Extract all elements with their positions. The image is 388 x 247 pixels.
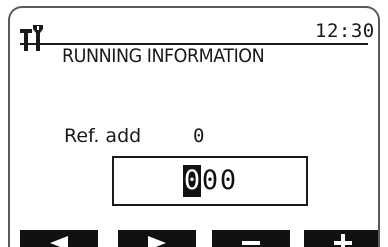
address-digit-2[interactable]: 0 xyxy=(201,165,219,197)
left-arrow-icon xyxy=(50,236,68,247)
ref-address-value: 0 xyxy=(193,125,205,147)
address-entry-field[interactable]: 0 0 0 xyxy=(112,156,308,206)
ref-address-label: Ref. add xyxy=(64,125,142,147)
plus-icon xyxy=(334,234,352,247)
softkey-bar xyxy=(16,230,378,247)
lcd-screen: 12:30 RUNNING INFORMATION Ref. add 0 0 0… xyxy=(8,6,380,247)
decrement-button[interactable] xyxy=(212,230,290,247)
maintenance-tools-icon xyxy=(20,25,43,51)
right-arrow-icon xyxy=(148,236,166,247)
increment-button[interactable] xyxy=(304,230,378,247)
cursor-right-button[interactable] xyxy=(118,230,196,247)
cursor-left-button[interactable] xyxy=(20,230,98,247)
clock: 12:30 xyxy=(315,20,375,42)
page-title: RUNNING INFORMATION xyxy=(62,45,265,67)
address-digits: 0 0 0 xyxy=(183,165,237,197)
address-digit-1[interactable]: 0 xyxy=(183,165,201,197)
minus-icon xyxy=(242,241,260,245)
address-digit-3[interactable]: 0 xyxy=(219,165,237,197)
